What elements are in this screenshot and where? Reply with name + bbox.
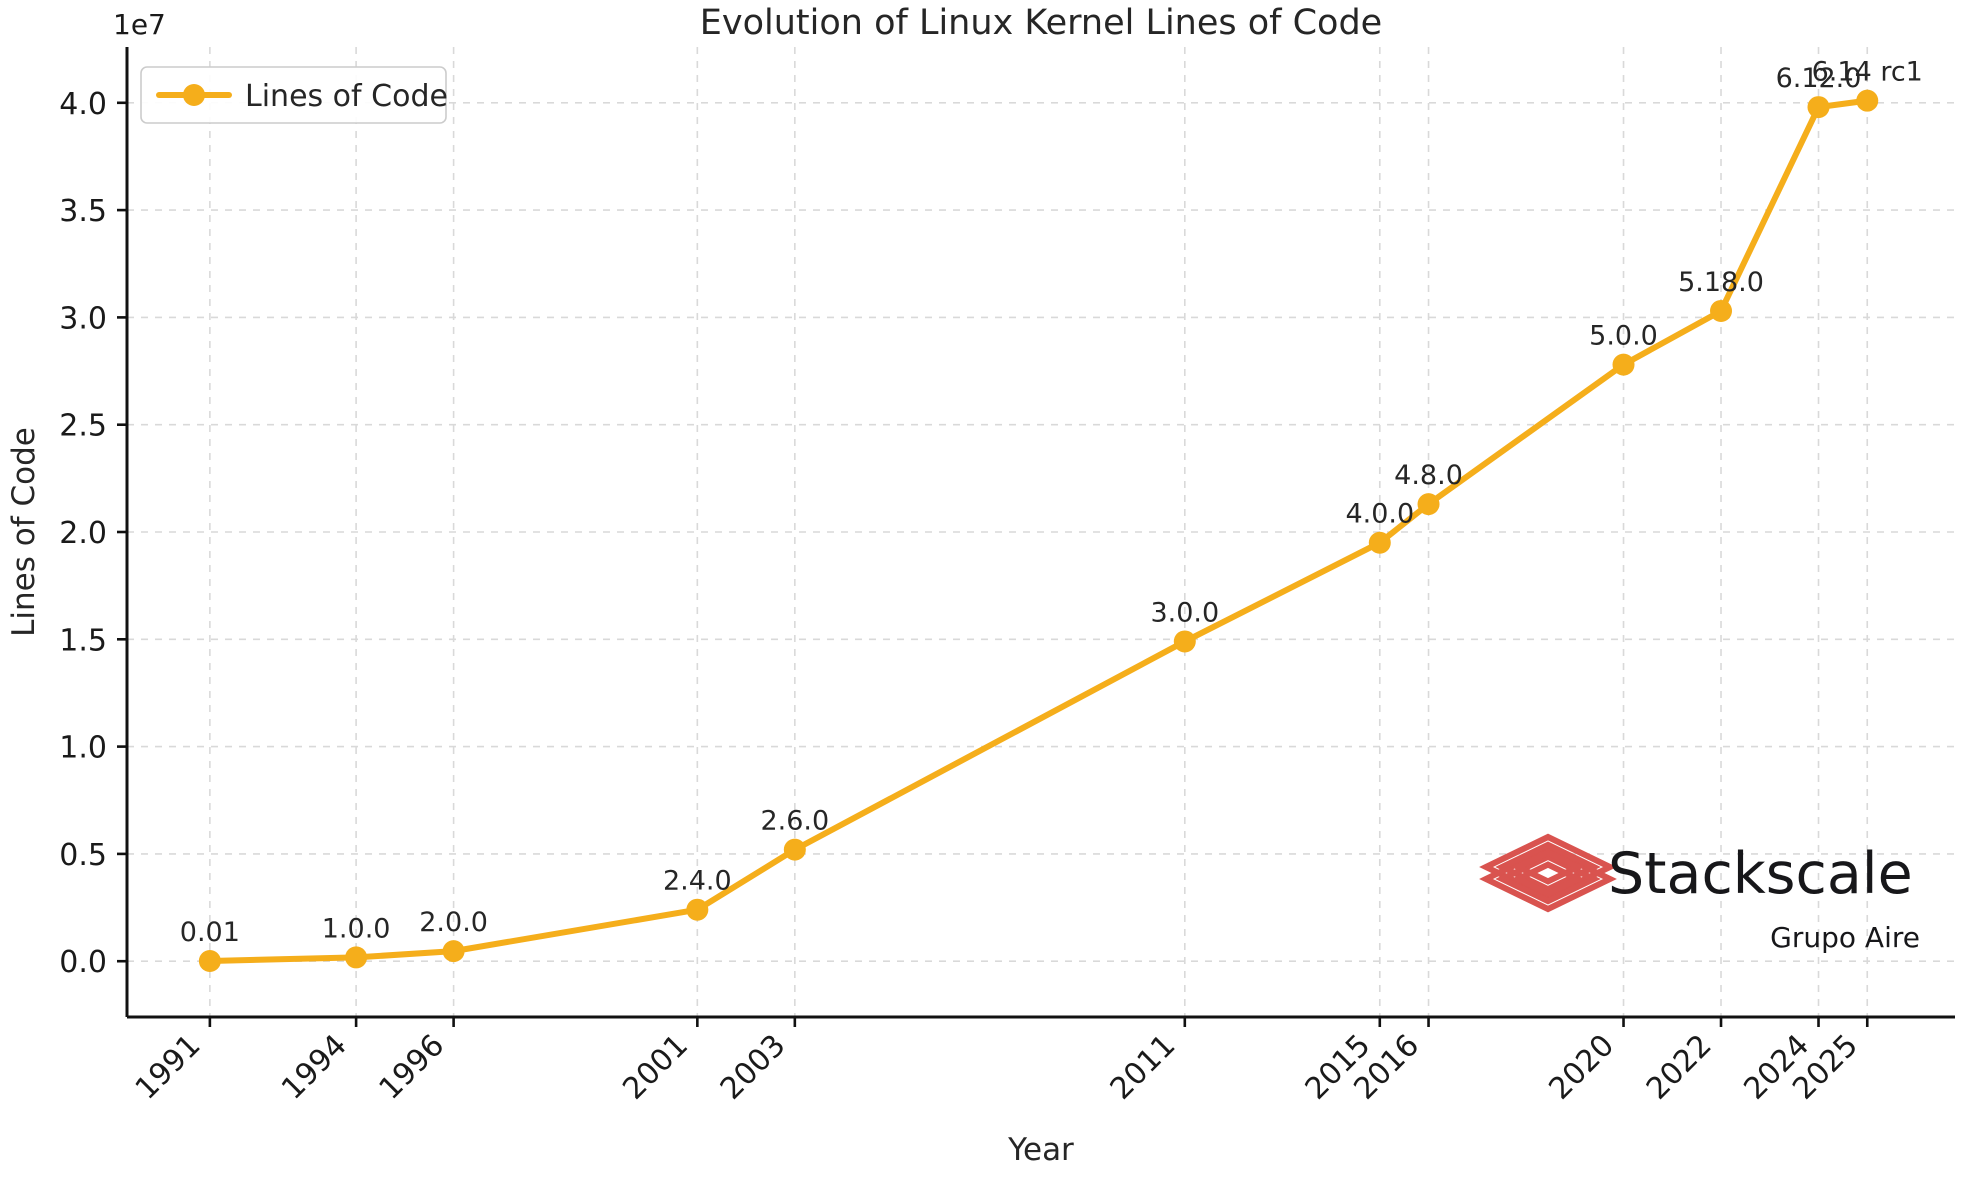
data-point-marker <box>345 946 368 969</box>
chart-legend: Lines of Code <box>140 66 448 124</box>
y-axis-offset-label: 1e7 <box>113 8 166 41</box>
data-point-label: 1.0.0 <box>322 913 391 944</box>
y-tick-label: 0.5 <box>59 838 107 873</box>
data-point-marker <box>1368 531 1391 554</box>
data-point-label: 6.14 rc1 <box>1812 57 1923 88</box>
y-tick-label: 3.0 <box>59 301 107 336</box>
data-point-marker <box>1173 630 1196 653</box>
data-point-label: 2.4.0 <box>663 866 732 897</box>
data-point-label: 3.0.0 <box>1150 597 1219 628</box>
data-point-label: 0.01 <box>180 917 240 948</box>
data-point-label: 4.0.0 <box>1345 499 1414 530</box>
y-tick-label: 1.0 <box>59 731 107 766</box>
legend-marker-swatch <box>183 84 205 106</box>
y-tick-label: 2.0 <box>59 516 107 551</box>
data-point-marker <box>442 940 465 963</box>
chart-title: Evolution of Linux Kernel Lines of Code <box>700 3 1382 43</box>
y-tick-label: 0.0 <box>59 945 107 980</box>
data-point-marker <box>783 838 806 861</box>
watermark-brand-text: Stackscale <box>1608 841 1913 907</box>
data-point-label: 4.8.0 <box>1394 460 1463 491</box>
legend-entry-label: Lines of Code <box>245 79 448 114</box>
data-point-label: 5.18.0 <box>1678 267 1764 298</box>
data-point-label: 2.0.0 <box>419 907 488 938</box>
data-point-label: 5.0.0 <box>1589 321 1658 352</box>
x-axis-label: Year <box>1007 1132 1074 1168</box>
y-tick-label: 1.5 <box>59 623 107 658</box>
y-tick-label: 4.0 <box>59 87 107 122</box>
data-point-marker <box>198 949 221 972</box>
data-point-marker <box>1710 299 1733 322</box>
watermark-tagline-text: Grupo Aire <box>1770 921 1920 954</box>
y-tick-label: 2.5 <box>59 409 107 444</box>
data-point-marker <box>1417 493 1440 516</box>
chart-figure: Evolution of Linux Kernel Lines of Code … <box>0 0 1979 1180</box>
data-point-marker <box>1807 96 1830 119</box>
y-axis-label: Lines of Code <box>6 427 42 637</box>
data-point-marker <box>686 898 709 921</box>
data-point-marker <box>1612 353 1635 376</box>
y-tick-label: 3.5 <box>59 194 107 229</box>
data-point-label: 2.6.0 <box>760 806 829 837</box>
